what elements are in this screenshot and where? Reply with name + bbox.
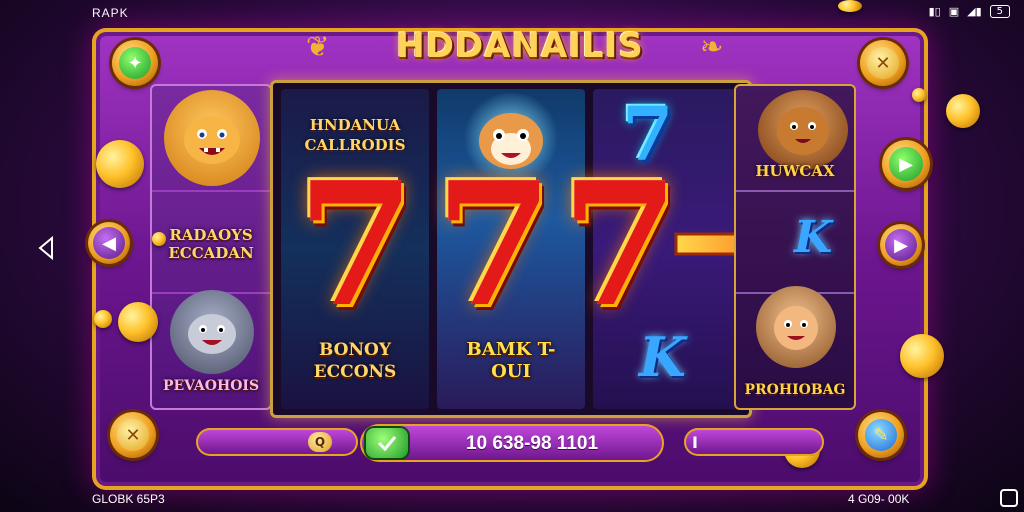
chevron-left-icon: ◀ — [93, 227, 125, 259]
recent-apps-icon[interactable] — [1000, 489, 1018, 507]
bet-chip[interactable]: Q — [308, 432, 332, 452]
jackpot-seven-2: 7 — [434, 145, 554, 345]
play-icon: ▶ — [889, 147, 923, 181]
tools-button[interactable]: ✕ — [110, 412, 156, 458]
notification-icon: ▣ — [948, 5, 960, 18]
jackpot-seven-3: 7 — [560, 145, 680, 345]
coin-icon — [946, 94, 980, 128]
coin-icon — [96, 140, 144, 188]
lion-character-icon — [164, 90, 260, 186]
battery-indicator: 5 — [989, 5, 1010, 18]
magic-button[interactable]: ✦ — [112, 40, 158, 86]
status-app-label: RAPK — [92, 6, 129, 20]
coin-icon — [118, 302, 158, 342]
left-bottom-label: PEVAOHOIS — [162, 378, 260, 394]
wifi-icon: ◢▮ — [967, 5, 982, 18]
win-bar[interactable] — [684, 428, 824, 456]
bet-bar[interactable]: Q — [196, 428, 358, 456]
bottom-status-right: 4 G09- 00K — [848, 492, 910, 506]
system-back-icon[interactable] — [36, 236, 56, 260]
right-top-label: HUWCAX — [755, 162, 835, 180]
coin-icon — [912, 88, 926, 102]
wolf-character-icon — [170, 290, 254, 374]
right-feature-column: HUWCAX K PROHIOBAG — [734, 84, 856, 410]
bonus-button[interactable]: ✎ — [858, 412, 904, 458]
coin-icon — [152, 232, 166, 246]
coin-icon — [900, 334, 944, 378]
balance-display: 10 638-98 1101 — [465, 433, 599, 454]
wand-icon: ✎ — [865, 419, 897, 451]
column-divider — [736, 190, 854, 192]
prev-page-button[interactable]: ◀ — [88, 222, 130, 264]
left-feature-column: RADAOYS ECCADAN PEVAOHOIS — [150, 84, 272, 410]
next-page-button[interactable]: ▶ — [880, 224, 922, 266]
right-bottom-label: PROHIOBAG — [744, 382, 846, 398]
status-icons: ▮▯ ▣ ◢▮ 5 — [929, 5, 1010, 18]
game-title: HDDANAILIS — [396, 26, 644, 66]
left-middle-label: RADAOYS ECCADAN — [168, 226, 254, 262]
reel2-bottom-label: BAMK T-OUI — [466, 339, 556, 382]
check-icon — [377, 436, 397, 451]
confirm-button[interactable] — [366, 428, 408, 458]
column-divider — [152, 190, 270, 192]
right-middle-symbol: K — [794, 212, 833, 263]
tools-icon: ✕ — [117, 419, 149, 451]
jackpot-seven-1: 7 — [296, 145, 416, 345]
coin-icon — [838, 0, 862, 12]
settings-button[interactable]: ✕ — [860, 40, 906, 86]
tools-icon: ✕ — [867, 47, 899, 79]
wand-icon: ✦ — [119, 47, 151, 79]
title-ornament-right-icon: ❧ — [700, 30, 724, 63]
signal-icon: ▮▯ — [928, 5, 941, 18]
cartoon-character-icon — [756, 286, 836, 368]
lion-character-icon — [758, 90, 848, 170]
coin-icon — [94, 310, 112, 328]
bottom-status-left: GLOBK 65P3 — [92, 492, 165, 506]
chevron-right-icon: ▶ — [885, 229, 917, 261]
title-ornament-left-icon: ❦ — [306, 30, 330, 63]
win-bar-text: I — [692, 433, 698, 452]
reel1-bottom-label: BONOY ECCONS — [313, 340, 397, 382]
play-button[interactable]: ▶ — [882, 140, 930, 188]
